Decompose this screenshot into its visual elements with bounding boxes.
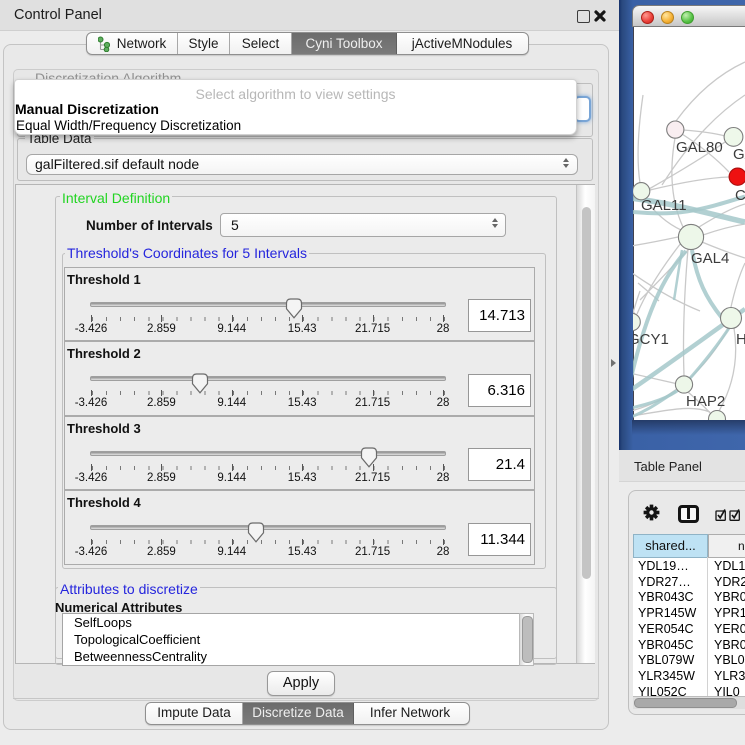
svg-text:GAL4: GAL4 xyxy=(691,250,729,267)
svg-text:HAP2: HAP2 xyxy=(686,393,725,410)
svg-text:GA: GA xyxy=(733,146,745,163)
svg-text:GAL80: GAL80 xyxy=(676,139,723,156)
svg-text:H: H xyxy=(736,331,745,348)
svg-text:GAL11: GAL11 xyxy=(641,197,687,214)
svg-text:C: C xyxy=(735,187,745,204)
svg-text:GCY1: GCY1 xyxy=(633,331,669,348)
